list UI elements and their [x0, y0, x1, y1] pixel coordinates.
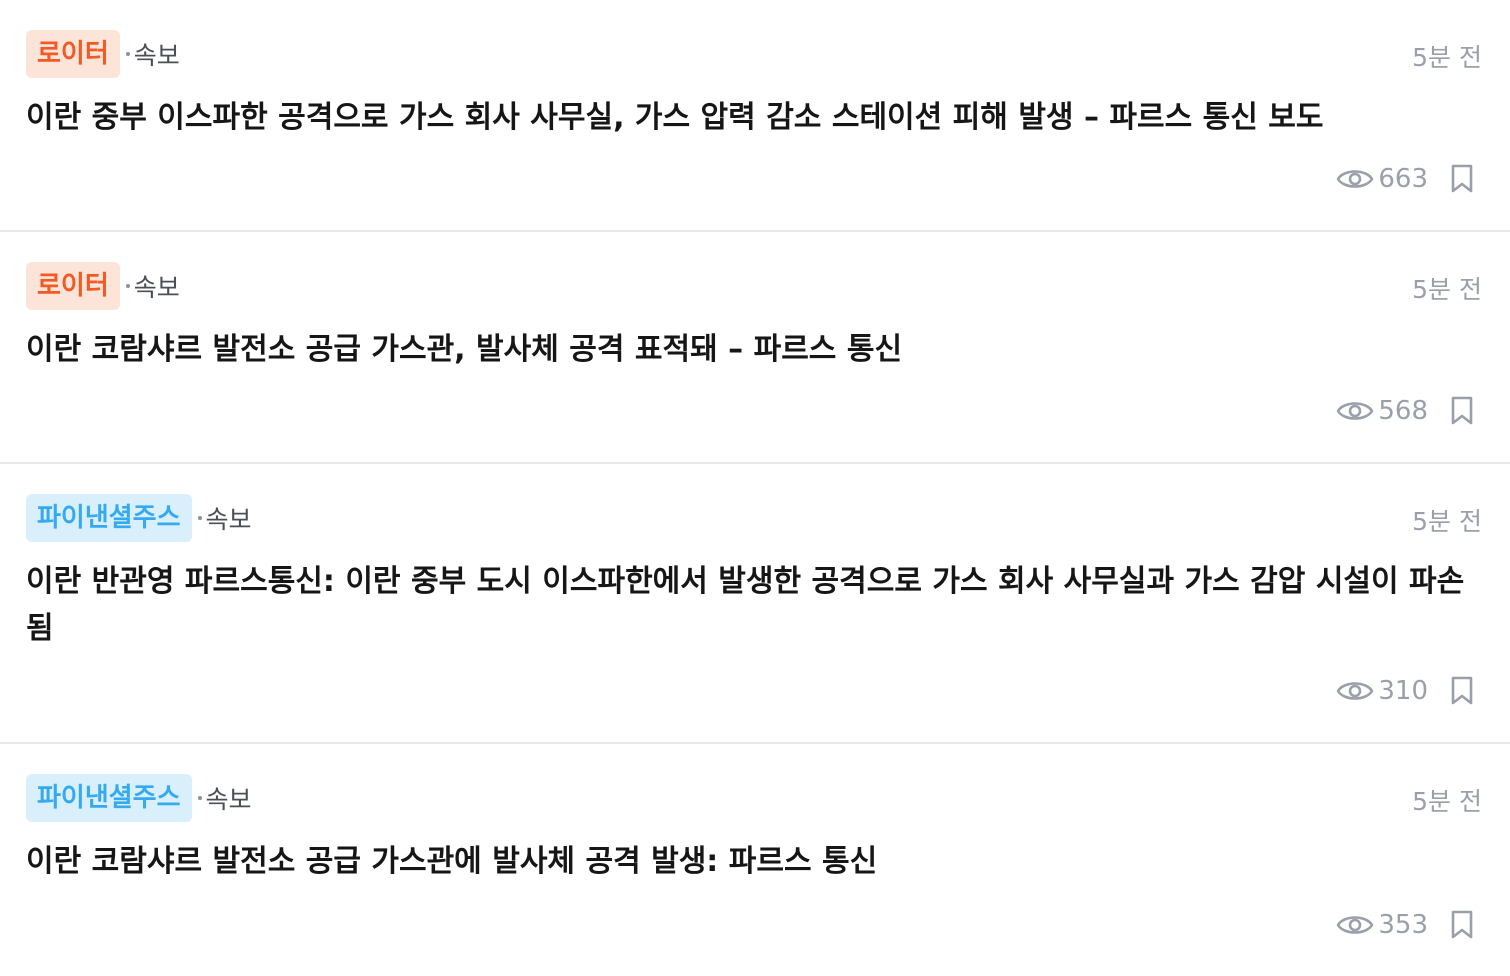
eye-icon	[1337, 402, 1374, 420]
view-count: 353	[1378, 910, 1428, 940]
source-badge[interactable]: 파이낸셜주스	[26, 774, 192, 822]
stats-row: 310	[1336, 674, 1474, 708]
bookmark-icon[interactable]	[1450, 164, 1474, 194]
headline[interactable]: 이란 코람샤르 발전소 공급 가스관, 발사체 공격 표적돼 – 파르스 통신	[26, 326, 1482, 373]
separator-dot	[125, 52, 130, 56]
news-meta: 파이낸셜주스 속보 5분 전	[26, 464, 1482, 572]
view-count: 663	[1378, 164, 1428, 194]
timestamp: 5분 전	[1412, 43, 1482, 72]
timestamp: 5분 전	[1412, 275, 1482, 304]
separator-dot	[197, 516, 202, 520]
stats-row: 663	[1336, 162, 1474, 196]
category-label: 속보	[205, 785, 252, 814]
view-count: 568	[1378, 396, 1428, 426]
stats-row: 353	[1336, 908, 1474, 942]
category-label: 속보	[133, 41, 180, 70]
source-badge[interactable]: 로이터	[26, 262, 120, 310]
view-count: 310	[1378, 676, 1428, 706]
news-meta: 파이낸셜주스 속보 5분 전	[26, 744, 1482, 852]
source-row: 파이낸셜주스 속보	[26, 494, 252, 542]
source-badge[interactable]: 로이터	[26, 30, 120, 78]
headline[interactable]: 이란 반관영 파르스통신: 이란 중부 도시 이스파한에서 발생한 공격으로 가…	[26, 558, 1482, 652]
news-item[interactable]: 파이낸셜주스 속보 5분 전 이란 코람샤르 발전소 공급 가스관에 발사체 공…	[0, 744, 1510, 976]
source-badge[interactable]: 파이낸셜주스	[26, 494, 192, 542]
headline[interactable]: 이란 코람샤르 발전소 공급 가스관에 발사체 공격 발생: 파르스 통신	[26, 838, 1482, 885]
news-item[interactable]: 로이터 속보 5분 전 이란 중부 이스파한 공격으로 가스 회사 사무실, 가…	[0, 0, 1510, 232]
news-meta: 로이터 속보 5분 전	[26, 232, 1482, 340]
eye-icon	[1337, 916, 1374, 934]
news-item[interactable]: 로이터 속보 5분 전 이란 코람샤르 발전소 공급 가스관, 발사체 공격 표…	[0, 232, 1510, 464]
source-row: 로이터 속보	[26, 262, 180, 310]
stats-row: 568	[1336, 394, 1474, 428]
bookmark-icon[interactable]	[1450, 676, 1474, 706]
eye-icon	[1337, 682, 1374, 700]
news-meta: 로이터 속보 5분 전	[26, 0, 1482, 108]
bookmark-icon[interactable]	[1450, 396, 1474, 426]
news-feed: 로이터 속보 5분 전 이란 중부 이스파한 공격으로 가스 회사 사무실, 가…	[0, 0, 1510, 976]
category-label: 속보	[205, 505, 252, 534]
separator-dot	[197, 796, 202, 800]
eye-icon	[1337, 170, 1374, 188]
timestamp: 5분 전	[1412, 507, 1482, 536]
bookmark-icon[interactable]	[1450, 910, 1474, 940]
category-label: 속보	[133, 273, 180, 302]
headline[interactable]: 이란 중부 이스파한 공격으로 가스 회사 사무실, 가스 압력 감소 스테이션…	[26, 94, 1482, 141]
separator-dot	[125, 284, 130, 288]
source-row: 로이터 속보	[26, 30, 180, 78]
source-row: 파이낸셜주스 속보	[26, 774, 252, 822]
timestamp: 5분 전	[1412, 787, 1482, 816]
news-item[interactable]: 파이낸셜주스 속보 5분 전 이란 반관영 파르스통신: 이란 중부 도시 이스…	[0, 464, 1510, 744]
